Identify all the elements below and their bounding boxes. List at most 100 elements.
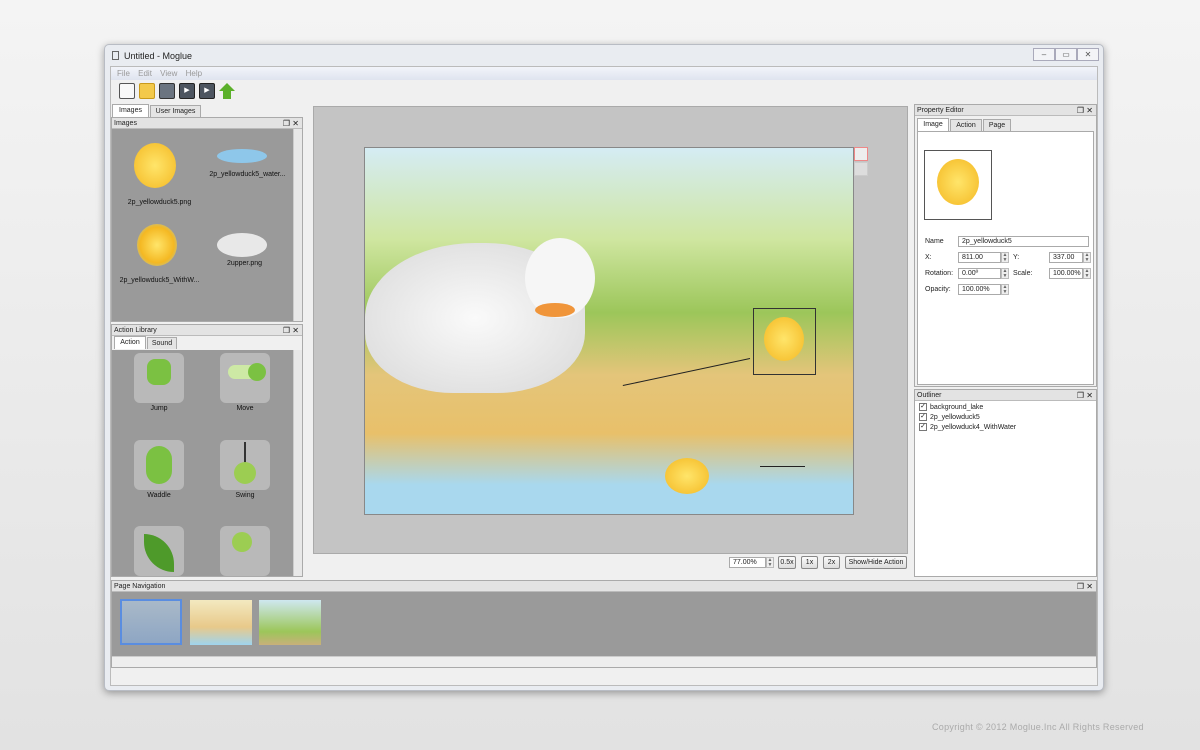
dock-float-close-icon[interactable]: ❐ ✕ bbox=[1077, 105, 1093, 116]
action-label: Swing bbox=[235, 492, 255, 499]
dock-float-close-icon[interactable]: ❐ ✕ bbox=[1077, 390, 1093, 401]
save-icon[interactable] bbox=[159, 83, 175, 99]
name-field[interactable]: 2p_yellowduck5 bbox=[958, 236, 1089, 247]
page-navigation-dock: Page Navigation ❐ ✕ bbox=[111, 580, 1097, 668]
canvas-area bbox=[313, 106, 908, 554]
outliner-item[interactable]: ✓ background_lake bbox=[915, 403, 1096, 413]
app-body: File Edit View Help ▶ ▶ Images User Imag… bbox=[110, 66, 1098, 686]
image-thumb[interactable] bbox=[134, 143, 176, 188]
scale-spinner[interactable]: ▲ ▼ bbox=[1083, 268, 1091, 279]
action-label: Waddle bbox=[147, 492, 171, 499]
x-field[interactable]: 811.00 bbox=[958, 252, 1001, 263]
minimize-button[interactable]: – bbox=[1033, 48, 1055, 61]
preview-device-icon[interactable]: ▶ bbox=[199, 83, 215, 99]
image-preview bbox=[924, 150, 992, 220]
page-thumb-2[interactable] bbox=[190, 600, 252, 645]
page-canvas[interactable] bbox=[364, 147, 854, 515]
outliner-item-label: background_lake bbox=[930, 404, 984, 411]
outliner-dock: Outliner ❐ ✕ ✓ background_lake ✓ 2p_yellowd… bbox=[914, 389, 1097, 577]
tab-image[interactable]: Image bbox=[917, 118, 949, 131]
dock-title: Images bbox=[114, 120, 137, 127]
image-caption: 2upper.png bbox=[226, 260, 263, 267]
close-button[interactable]: ✕ bbox=[1077, 48, 1099, 61]
action-touch[interactable] bbox=[220, 526, 270, 576]
action-library-dock: Action Library ❐ ✕ Action Sound Jump Move… bbox=[111, 324, 303, 577]
tab-action[interactable]: Action bbox=[950, 119, 982, 131]
scrollbar[interactable] bbox=[293, 129, 302, 321]
scrollbar[interactable] bbox=[293, 350, 302, 576]
menu-bar: File Edit View Help bbox=[111, 67, 1097, 80]
copyright: Copyright © 2012 Moglue.Inc All Rights R… bbox=[932, 722, 1144, 732]
dock-title: Action Library bbox=[114, 327, 157, 334]
y-spinner[interactable]: ▲ ▼ bbox=[1083, 252, 1091, 263]
opacity-spinner[interactable]: ▲ ▼ bbox=[1001, 284, 1009, 295]
image-thumb[interactable] bbox=[217, 149, 267, 163]
zoom-1x-button[interactable]: 1x bbox=[801, 556, 818, 569]
window-title: Untitled - Moglue bbox=[124, 51, 193, 61]
image-thumb[interactable] bbox=[137, 224, 177, 266]
horizontal-scrollbar[interactable] bbox=[112, 656, 1096, 667]
dock-title: Page Navigation bbox=[114, 583, 166, 590]
opacity-label: Opacity: bbox=[925, 286, 951, 293]
checkbox[interactable]: ✓ bbox=[919, 423, 927, 432]
page-thumb-3[interactable] bbox=[259, 600, 321, 645]
image-caption: 2p_yellowduck5_WithW... bbox=[119, 277, 200, 284]
action-label: Jump bbox=[150, 405, 168, 412]
outliner-item[interactable]: ✓ 2p_yellowduck5 bbox=[915, 413, 1096, 423]
checkbox[interactable]: ✓ bbox=[919, 403, 927, 412]
rotation-label: Rotation: bbox=[925, 270, 954, 277]
selection-box[interactable] bbox=[753, 308, 816, 375]
tab-page[interactable]: Page bbox=[983, 119, 1011, 131]
dock-float-close-icon[interactable]: ❐ ✕ bbox=[283, 325, 299, 336]
opacity-field[interactable]: 100.00% bbox=[958, 284, 1001, 295]
images-dock: Images ❐ ✕ 2p_yellowduck5.png 2p_yellowdu… bbox=[111, 117, 303, 322]
y-label: Y: bbox=[1013, 254, 1020, 261]
action-swing[interactable] bbox=[220, 440, 270, 490]
image-thumb[interactable] bbox=[217, 233, 267, 257]
zoom-0-5x-button[interactable]: 0.5x bbox=[778, 556, 796, 569]
app-window: Untitled - Moglue – ▭ ✕ File Edit View H… bbox=[104, 44, 1104, 691]
dock-float-close-icon[interactable]: ❐ ✕ bbox=[283, 118, 299, 129]
tab-sound[interactable]: Sound bbox=[147, 337, 177, 349]
duckling-water-image[interactable] bbox=[665, 458, 709, 494]
y-field[interactable]: 337.00 bbox=[1049, 252, 1083, 263]
action-waddle[interactable] bbox=[134, 440, 184, 490]
tab-user-images[interactable]: User Images bbox=[150, 105, 201, 117]
rotation-field[interactable]: 0.00º bbox=[958, 268, 1001, 279]
upload-icon[interactable] bbox=[219, 83, 235, 91]
menu-view[interactable]: View bbox=[160, 67, 177, 80]
zoom-input[interactable]: 77.00% bbox=[729, 557, 766, 568]
app-icon bbox=[112, 51, 119, 60]
dock-float-close-icon[interactable]: ❐ ✕ bbox=[1077, 581, 1093, 592]
menu-file[interactable]: File bbox=[117, 67, 130, 80]
page-thumb-1[interactable] bbox=[120, 599, 182, 645]
preview-icon[interactable]: ▶ bbox=[179, 83, 195, 99]
zoom-2x-button[interactable]: 2x bbox=[823, 556, 840, 569]
x-spinner[interactable]: ▲ ▼ bbox=[1001, 252, 1009, 263]
show-hide-action-button[interactable]: Show/Hide Action bbox=[845, 556, 907, 569]
checkbox[interactable]: ✓ bbox=[919, 413, 927, 422]
property-editor-dock: Property Editor ❐ ✕ Image Action Page Nam… bbox=[914, 104, 1097, 387]
left-tabs: Images User Images bbox=[111, 104, 303, 117]
dock-title: Property Editor bbox=[917, 107, 964, 114]
zoom-spinner[interactable]: ▲ ▼ bbox=[766, 557, 774, 568]
menu-help[interactable]: Help bbox=[186, 67, 202, 80]
scale-field[interactable]: 100.00% bbox=[1049, 268, 1083, 279]
tab-action[interactable]: Action bbox=[114, 336, 146, 349]
action-leaf[interactable] bbox=[134, 526, 184, 576]
action-move[interactable] bbox=[220, 353, 270, 403]
action-jump[interactable] bbox=[134, 353, 184, 403]
scale-label: Scale: bbox=[1013, 270, 1033, 277]
menu-edit[interactable]: Edit bbox=[138, 67, 152, 80]
outliner-item[interactable]: ✓ 2p_yellowduck4_WithWater bbox=[915, 423, 1096, 433]
maximize-button[interactable]: ▭ bbox=[1055, 48, 1077, 61]
name-label: Name bbox=[925, 238, 944, 245]
new-icon[interactable] bbox=[119, 83, 135, 99]
image-caption: 2p_yellowduck5.png bbox=[127, 199, 192, 206]
open-folder-icon[interactable] bbox=[139, 83, 155, 99]
outliner-item-label: 2p_yellowduck5 bbox=[930, 414, 980, 421]
move-path-arrow bbox=[622, 358, 751, 387]
duckling-image[interactable] bbox=[764, 317, 804, 361]
tab-images[interactable]: Images bbox=[112, 104, 149, 117]
rotation-spinner[interactable]: ▲ ▼ bbox=[1001, 268, 1009, 279]
